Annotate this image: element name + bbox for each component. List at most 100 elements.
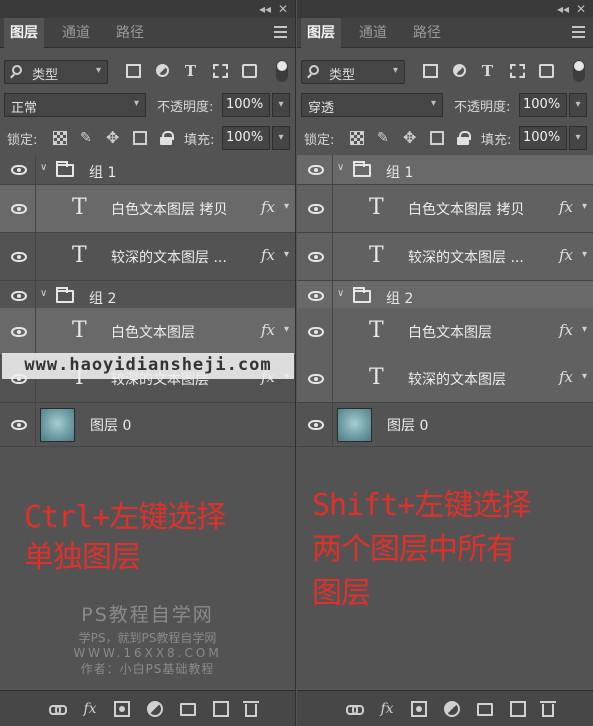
eye-icon[interactable] — [11, 204, 27, 214]
fx-icon[interactable]: fx — [261, 321, 275, 339]
delete-layer-icon[interactable] — [540, 701, 556, 717]
lock-artboard-icon[interactable] — [133, 131, 147, 145]
filter-toggle[interactable] — [276, 60, 288, 82]
fx-icon[interactable]: fx — [261, 246, 275, 264]
fill-input[interactable]: 100% — [519, 126, 567, 150]
type-filter-icon[interactable]: T — [183, 64, 198, 79]
chevron-down-icon[interactable]: ▾ — [284, 201, 289, 212]
close-icon[interactable]: ✕ — [576, 1, 586, 17]
close-icon[interactable]: ✕ — [278, 1, 288, 17]
filter-kind-select[interactable]: 类型 ▾ — [301, 60, 405, 84]
fx-icon[interactable]: fx — [379, 701, 395, 717]
chevron-down-icon[interactable]: ∨ — [40, 162, 47, 173]
eye-icon[interactable] — [308, 252, 324, 262]
layer-row[interactable]: T 较深的文本图层 fx ▾ — [297, 355, 593, 403]
fx-icon[interactable]: fx — [559, 246, 573, 264]
eye-icon[interactable] — [11, 327, 27, 337]
chevron-down-icon[interactable]: ▾ — [582, 324, 587, 335]
layer-mask-icon[interactable] — [411, 701, 427, 717]
lock-all-icon[interactable] — [160, 131, 174, 145]
eye-icon[interactable] — [308, 204, 324, 214]
eye-icon[interactable] — [308, 420, 324, 430]
adjustment-layer-icon[interactable] — [147, 701, 163, 717]
eye-icon[interactable] — [308, 327, 324, 337]
layer-row[interactable]: T 较深的文本图层 ... fx ▾ — [0, 233, 295, 281]
eye-icon[interactable] — [11, 165, 27, 175]
smart-object-filter-icon[interactable] — [242, 64, 257, 78]
lock-pixels-icon[interactable] — [350, 131, 364, 145]
collapse-icon[interactable]: ◂◂ — [259, 1, 271, 17]
layer-group-row[interactable]: ∨ 组 2 — [0, 281, 295, 311]
new-group-icon[interactable] — [180, 703, 196, 716]
fill-dropdown[interactable]: ▾ — [569, 126, 587, 150]
layer-row[interactable]: T 白色文本图层 拷贝 fx ▾ — [297, 185, 593, 233]
collapse-icon[interactable]: ◂◂ — [557, 1, 569, 17]
filter-toggle[interactable] — [573, 60, 585, 82]
eye-icon[interactable] — [11, 420, 27, 430]
image-filter-icon[interactable] — [126, 64, 141, 78]
layer-group-row[interactable]: ∨ 组 1 — [297, 155, 593, 185]
fx-icon[interactable]: fx — [559, 321, 573, 339]
image-filter-icon[interactable] — [423, 64, 438, 78]
opacity-input[interactable]: 100% — [222, 93, 270, 117]
shape-filter-icon[interactable] — [213, 64, 228, 78]
lock-position-icon[interactable]: ✥ — [106, 130, 120, 146]
new-layer-icon[interactable] — [213, 701, 229, 717]
delete-layer-icon[interactable] — [243, 701, 259, 717]
fx-icon[interactable]: fx — [559, 198, 573, 216]
lock-all-icon[interactable] — [457, 131, 471, 145]
type-filter-icon[interactable]: T — [480, 64, 495, 79]
tab-paths[interactable]: 路径 — [110, 18, 150, 48]
chevron-down-icon[interactable]: ▾ — [582, 201, 587, 212]
link-layers-icon[interactable] — [346, 701, 364, 717]
eye-icon[interactable] — [11, 291, 27, 301]
eye-icon[interactable] — [308, 374, 324, 384]
panel-menu-icon[interactable] — [572, 26, 585, 38]
chevron-down-icon[interactable]: ▾ — [582, 249, 587, 260]
lock-pixels-icon[interactable] — [53, 131, 67, 145]
layer-row[interactable]: 图层 0 — [297, 403, 593, 447]
new-group-icon[interactable] — [477, 703, 493, 716]
fx-icon[interactable]: fx — [82, 701, 98, 717]
opacity-dropdown[interactable]: ▾ — [569, 93, 587, 117]
filter-kind-select[interactable]: 类型 ▾ — [4, 60, 108, 84]
tab-channels[interactable]: 通道 — [353, 18, 393, 48]
lock-image-icon[interactable]: ✎ — [80, 131, 94, 145]
fill-input[interactable]: 100% — [222, 126, 270, 150]
eye-icon[interactable] — [308, 165, 324, 175]
layer-row[interactable]: T 白色文本图层 fx ▾ — [297, 308, 593, 356]
tab-paths[interactable]: 路径 — [407, 18, 447, 48]
chevron-down-icon[interactable]: ▾ — [284, 249, 289, 260]
lock-artboard-icon[interactable] — [430, 131, 444, 145]
smart-object-filter-icon[interactable] — [539, 64, 554, 78]
fx-icon[interactable]: fx — [261, 198, 275, 216]
lock-image-icon[interactable]: ✎ — [377, 131, 391, 145]
eye-icon[interactable] — [308, 291, 324, 301]
opacity-input[interactable]: 100% — [519, 93, 567, 117]
new-layer-icon[interactable] — [510, 701, 526, 717]
panel-menu-icon[interactable] — [274, 26, 287, 38]
adjustment-layer-icon[interactable] — [444, 701, 460, 717]
tab-layers[interactable]: 图层 — [4, 18, 44, 49]
fill-dropdown[interactable]: ▾ — [272, 126, 290, 150]
layer-group-row[interactable]: ∨ 组 2 — [297, 281, 593, 311]
chevron-down-icon[interactable]: ∨ — [40, 288, 47, 299]
chevron-down-icon[interactable]: ∨ — [337, 288, 344, 299]
chevron-down-icon[interactable]: ▾ — [284, 324, 289, 335]
link-layers-icon[interactable] — [49, 701, 67, 717]
layer-row[interactable]: T 较深的文本图层 ... fx ▾ — [297, 233, 593, 281]
adjustment-filter-icon[interactable] — [453, 64, 466, 77]
adjustment-filter-icon[interactable] — [156, 64, 169, 77]
blend-mode-select[interactable]: 穿透 ▾ — [301, 93, 443, 117]
layer-row[interactable]: T 白色文本图层 拷贝 fx ▾ — [0, 185, 295, 233]
chevron-down-icon[interactable]: ▾ — [582, 371, 587, 382]
tab-layers[interactable]: 图层 — [301, 18, 341, 49]
shape-filter-icon[interactable] — [510, 64, 525, 78]
lock-position-icon[interactable]: ✥ — [403, 130, 417, 146]
fx-icon[interactable]: fx — [559, 368, 573, 386]
layer-row[interactable]: 图层 0 — [0, 403, 295, 447]
chevron-down-icon[interactable]: ∨ — [337, 162, 344, 173]
tab-channels[interactable]: 通道 — [56, 18, 96, 48]
opacity-dropdown[interactable]: ▾ — [272, 93, 290, 117]
eye-icon[interactable] — [11, 252, 27, 262]
